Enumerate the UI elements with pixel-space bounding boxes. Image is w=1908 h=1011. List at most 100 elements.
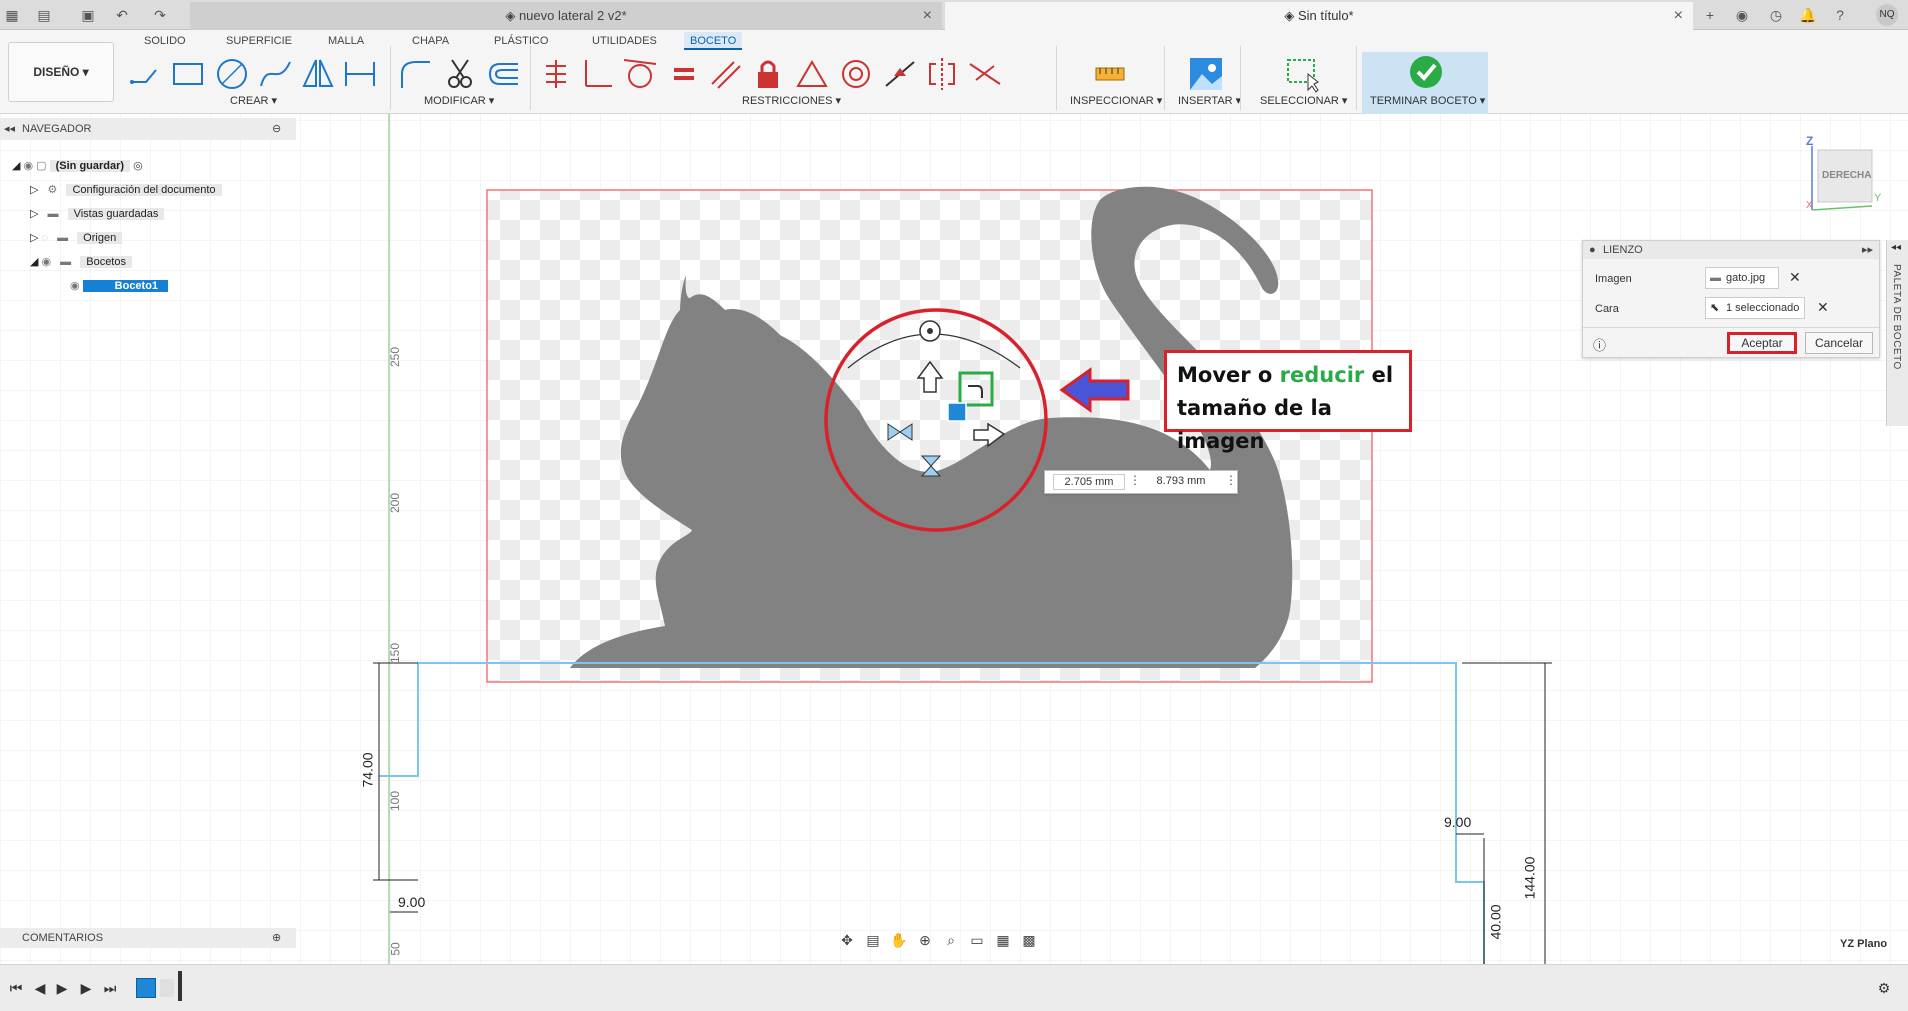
timeline-sketch-item[interactable] [136, 978, 156, 998]
tree-item-sketch1[interactable]: ◉ Boceto1 [70, 276, 169, 296]
expand-triangle-icon[interactable]: ▷ [30, 208, 42, 220]
group-modificar[interactable]: MODIFICAR ▾ [424, 94, 494, 108]
collapse-icon[interactable]: ◂◂ [4, 118, 15, 140]
dimension-right-width[interactable]: 9.00 [1444, 814, 1471, 830]
tree-item-origin[interactable]: ▷ ◌ ▬ Origen [30, 228, 123, 248]
select-window-icon[interactable] [1282, 54, 1322, 94]
tree-root[interactable]: ◢ ◉ ▢ (Sin guardar) ◎ [12, 156, 143, 176]
expand-triangle-icon[interactable]: ▷ [30, 232, 42, 244]
group-restricciones[interactable]: RESTRICCIONES ▾ [742, 94, 841, 108]
collapse-triangle-icon[interactable]: ◢ [12, 160, 24, 172]
clear-face-icon[interactable]: ✕ [1817, 299, 1829, 316]
tab-superficie[interactable]: SUPERFICIE [220, 32, 298, 50]
timeline-item[interactable] [160, 979, 174, 997]
play-icon[interactable]: ▶ [52, 978, 72, 998]
info-icon[interactable]: ⓘ [1593, 335, 1606, 354]
collapse-triangle-icon[interactable]: ◢ [30, 256, 42, 268]
collapse-dot-icon[interactable]: ● [1589, 241, 1596, 259]
circle-tool-icon[interactable] [212, 54, 252, 94]
dimension-tool-icon[interactable] [340, 54, 380, 94]
view-cube-label[interactable]: DERECHA [1822, 170, 1871, 181]
orbit-icon[interactable]: ✥ [834, 932, 860, 949]
group-inspeccionar[interactable]: INSPECCIONAR ▾ [1070, 94, 1162, 108]
mirror-tool-icon[interactable] [298, 54, 338, 94]
dimension-right-height-a[interactable]: 144.00 [1521, 857, 1537, 900]
fix-lock-icon[interactable] [748, 54, 788, 94]
symmetry-icon[interactable] [922, 54, 962, 94]
concentric-icon[interactable] [836, 54, 876, 94]
navigator-header[interactable]: ◂◂ NAVEGADOR ⊖ [0, 118, 296, 140]
dimension-left-height[interactable]: 74.00 [360, 752, 376, 787]
look-at-icon[interactable]: ▤ [860, 932, 886, 949]
face-select-field[interactable]: ⬉ 1 seleccionado [1705, 297, 1805, 319]
midpoint-icon[interactable] [880, 54, 920, 94]
fillet-tool-icon[interactable] [396, 54, 436, 94]
perpendicular-icon[interactable] [578, 54, 618, 94]
tab-solido[interactable]: SOLIDO [138, 32, 192, 50]
close-tab-icon[interactable]: × [923, 2, 932, 30]
new-tab-icon[interactable]: + [1700, 5, 1720, 25]
move-x-input[interactable]: 2.705 mm [1053, 474, 1125, 490]
accept-button[interactable]: Aceptar [1727, 332, 1797, 354]
pan-icon[interactable]: ✋ [886, 932, 912, 949]
job-status-icon[interactable]: ◷ [1766, 5, 1786, 25]
sketch-palette-tab[interactable]: ◂◂ PALETA DE BOCETO [1886, 240, 1908, 426]
tree-item-sketches[interactable]: ◢ ◉ ▬ Bocetos [30, 252, 132, 272]
comments-panel[interactable]: COMENTARIOS ⊕ [0, 928, 296, 948]
group-seleccionar[interactable]: SELECCIONAR ▾ [1260, 94, 1347, 108]
finish-sketch-button[interactable]: TERMINAR BOCETO ▾ [1362, 52, 1488, 114]
collapse-icon[interactable]: ◂◂ [1891, 242, 1901, 253]
more-options-icon[interactable]: ⋮ [1129, 473, 1141, 487]
tab-boceto[interactable]: BOCETO [684, 32, 743, 50]
measure-icon[interactable] [1090, 54, 1130, 94]
file-menu-icon[interactable]: ▤ [34, 5, 54, 25]
undo-icon[interactable]: ↶ [112, 5, 132, 25]
notifications-icon[interactable]: 🔔 [1798, 5, 1818, 25]
tab-malla[interactable]: MALLA [322, 32, 370, 50]
help-icon[interactable]: ? [1830, 5, 1850, 25]
parallel-icon[interactable] [706, 54, 746, 94]
timeline-marker[interactable] [178, 971, 182, 1001]
add-comment-icon[interactable]: ⊕ [272, 928, 281, 948]
expand-icon[interactable]: ▸▸ [1862, 241, 1873, 259]
tangent-icon[interactable] [620, 54, 660, 94]
avatar[interactable]: NQ [1876, 4, 1898, 26]
tree-item-doc-settings[interactable]: ▷ ⚙ Configuración del documento [30, 180, 222, 200]
activate-radio-icon[interactable]: ◎ [133, 160, 143, 172]
eye-icon[interactable]: ◉ [24, 160, 37, 172]
viewports-icon[interactable]: ▩ [1016, 932, 1042, 949]
extensions-icon[interactable]: ◉ [1732, 5, 1752, 25]
eye-icon[interactable]: ◉ [70, 280, 83, 292]
hidden-eye-icon[interactable]: ◌ [42, 232, 52, 244]
dimension-left-width[interactable]: 9.00 [398, 894, 425, 910]
line-tool-icon[interactable] [126, 54, 166, 94]
dialog-header[interactable]: ● LIENZO ▸▸ [1583, 241, 1879, 259]
image-select-field[interactable]: ▬ gato.jpg [1705, 267, 1779, 289]
go-to-start-icon[interactable]: ⏮ [6, 978, 26, 998]
move-y-input[interactable]: 8.793 mm [1145, 474, 1217, 490]
tab-utilidades[interactable]: UTILIDADES [586, 32, 663, 50]
step-back-icon[interactable]: ◀ [30, 978, 50, 998]
tab-document-1[interactable]: ◈ nuevo lateral 2 v2* × [190, 2, 942, 30]
dimension-right-height-b[interactable]: 40.00 [1488, 904, 1504, 939]
close-tab-icon[interactable]: × [1674, 2, 1683, 30]
equal-icon[interactable] [664, 54, 704, 94]
grid-settings-icon[interactable]: ▦ [990, 932, 1016, 949]
zoom-icon[interactable]: ⊕ [912, 932, 938, 949]
eye-icon[interactable]: ◉ [42, 256, 55, 268]
tab-document-2[interactable]: ◈ Sin título* × [945, 2, 1693, 30]
clear-image-icon[interactable]: ✕ [1789, 269, 1801, 286]
triangle-constraint-icon[interactable] [792, 54, 832, 94]
more-options-icon[interactable]: ⋮ [1225, 473, 1237, 487]
tab-plastico[interactable]: PLÁSTICO [488, 32, 554, 50]
display-settings-icon[interactable]: ▭ [964, 932, 990, 949]
step-forward-icon[interactable]: ▶ [76, 978, 96, 998]
curvature-icon[interactable] [966, 54, 1006, 94]
pin-icon[interactable]: ⊖ [272, 118, 281, 140]
design-mode-dropdown[interactable]: DISEÑO ▾ [8, 42, 114, 102]
go-to-end-icon[interactable]: ⏭ [100, 978, 120, 998]
insert-image-icon[interactable] [1186, 54, 1226, 94]
group-crear[interactable]: CREAR ▾ [230, 94, 277, 108]
trim-tool-icon[interactable] [440, 54, 480, 94]
save-icon[interactable]: ▣ [78, 5, 98, 25]
